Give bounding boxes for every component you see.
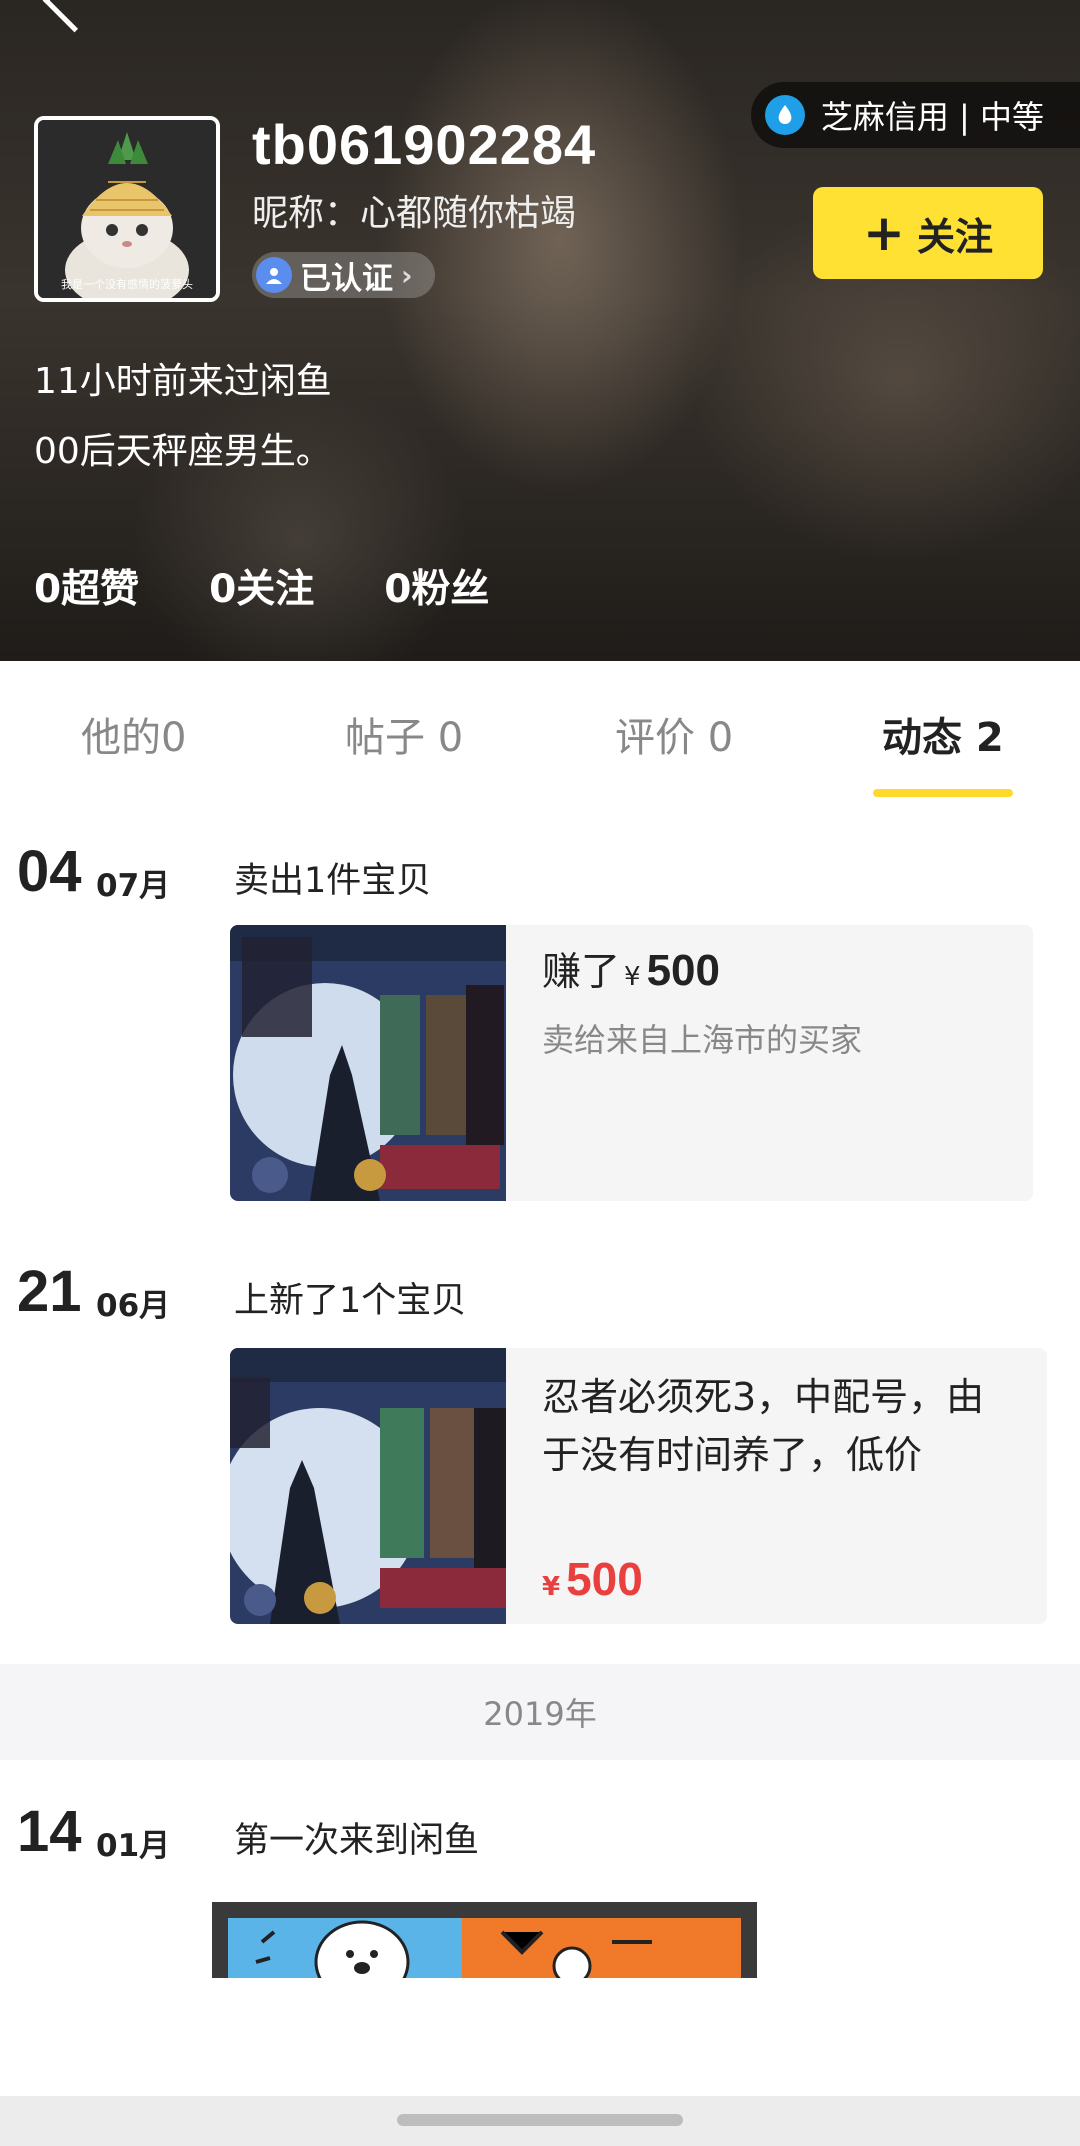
sesame-credit-badge[interactable]: 芝麻信用 | 中等 xyxy=(750,82,1080,148)
home-indicator[interactable] xyxy=(397,2114,683,2126)
entry-month: 07月 xyxy=(96,868,171,904)
avatar[interactable]: 我是一个没有感情的菠萝头 xyxy=(34,116,220,302)
stat-followers[interactable]: 0粉丝 xyxy=(384,558,489,614)
follow-button[interactable]: + 关注 xyxy=(813,187,1043,279)
buyer-location: 卖给来自上海市的买家 xyxy=(542,1021,863,1059)
item-description: 忍者必须死3，中配号，由于没有时间养了，低价 xyxy=(542,1375,985,1477)
plus-icon: + xyxy=(863,204,905,262)
year-divider: 2019年 xyxy=(0,1664,1080,1760)
profile-header: ··· 我是一个没有感情的菠萝头 tb061902284 昵称：心都随你枯竭 已… xyxy=(0,0,1080,661)
item-thumbnail xyxy=(230,1348,506,1624)
profile-stats: 0超赞 0关注 0粉丝 xyxy=(34,558,559,614)
tab-activity[interactable]: 动态 2 xyxy=(882,705,1004,763)
entry-title: 上新了1个宝贝 xyxy=(234,1281,467,1321)
entry-month: 06月 xyxy=(96,1288,171,1324)
tab-his-items[interactable]: 他的0 xyxy=(81,705,186,763)
more-options-icon[interactable]: ··· xyxy=(968,0,1038,18)
entry-title: 第一次来到闲鱼 xyxy=(234,1821,480,1861)
stat-following[interactable]: 0关注 xyxy=(209,558,314,614)
chevron-right-icon: › xyxy=(401,258,413,292)
username: tb061902284 xyxy=(252,113,597,176)
entry-day: 21 xyxy=(17,1259,82,1324)
credit-label: 芝麻信用 | 中等 xyxy=(820,98,1044,136)
last-visit-text: 11小时前来过闲鱼 xyxy=(34,361,332,402)
price-amount: 500 xyxy=(566,1553,643,1605)
sold-item-card[interactable]: 赚了 ¥500 卖给来自上海市的买家 xyxy=(230,925,1033,1201)
item-thumbnail xyxy=(230,925,506,1201)
follow-label: 关注 xyxy=(916,214,993,259)
earned-text: 赚了 ¥500 xyxy=(542,941,720,997)
verified-label: 已认证 xyxy=(300,260,393,297)
nickname: 昵称：心都随你枯竭 xyxy=(252,193,577,234)
active-tab-indicator xyxy=(873,789,1013,797)
profile-tabs: 他的0 帖子 0 评价 0 动态 2 xyxy=(0,661,1080,801)
first-visit-image[interactable] xyxy=(212,1902,757,1978)
tab-reviews[interactable]: 评价 0 xyxy=(615,705,733,763)
earned-amount: 500 xyxy=(646,946,720,995)
entry-month: 01月 xyxy=(96,1828,171,1864)
entry-day: 04 xyxy=(17,839,82,904)
listed-item-card[interactable]: 忍者必须死3，中配号，由于没有时间养了，低价 ¥500 xyxy=(230,1348,1047,1624)
tab-posts[interactable]: 帖子 0 xyxy=(345,705,463,763)
back-arrow-icon[interactable] xyxy=(42,0,107,33)
entry-title: 卖出1件宝贝 xyxy=(234,861,432,901)
verified-badge[interactable]: 已认证 › xyxy=(252,252,435,298)
stat-likes[interactable]: 0超赞 xyxy=(34,558,139,614)
item-price: ¥500 xyxy=(542,1552,643,1606)
entry-day: 14 xyxy=(17,1799,82,1864)
sesame-credit-icon xyxy=(764,95,805,135)
avatar-caption: 我是一个没有感情的菠萝头 xyxy=(61,277,193,291)
bio-text: 00后天秤座男生。 xyxy=(34,431,332,472)
earned-prefix: 赚了 xyxy=(542,950,621,995)
currency-symbol: ¥ xyxy=(624,962,641,992)
currency-symbol: ¥ xyxy=(542,1572,561,1602)
verified-person-icon xyxy=(256,257,292,293)
